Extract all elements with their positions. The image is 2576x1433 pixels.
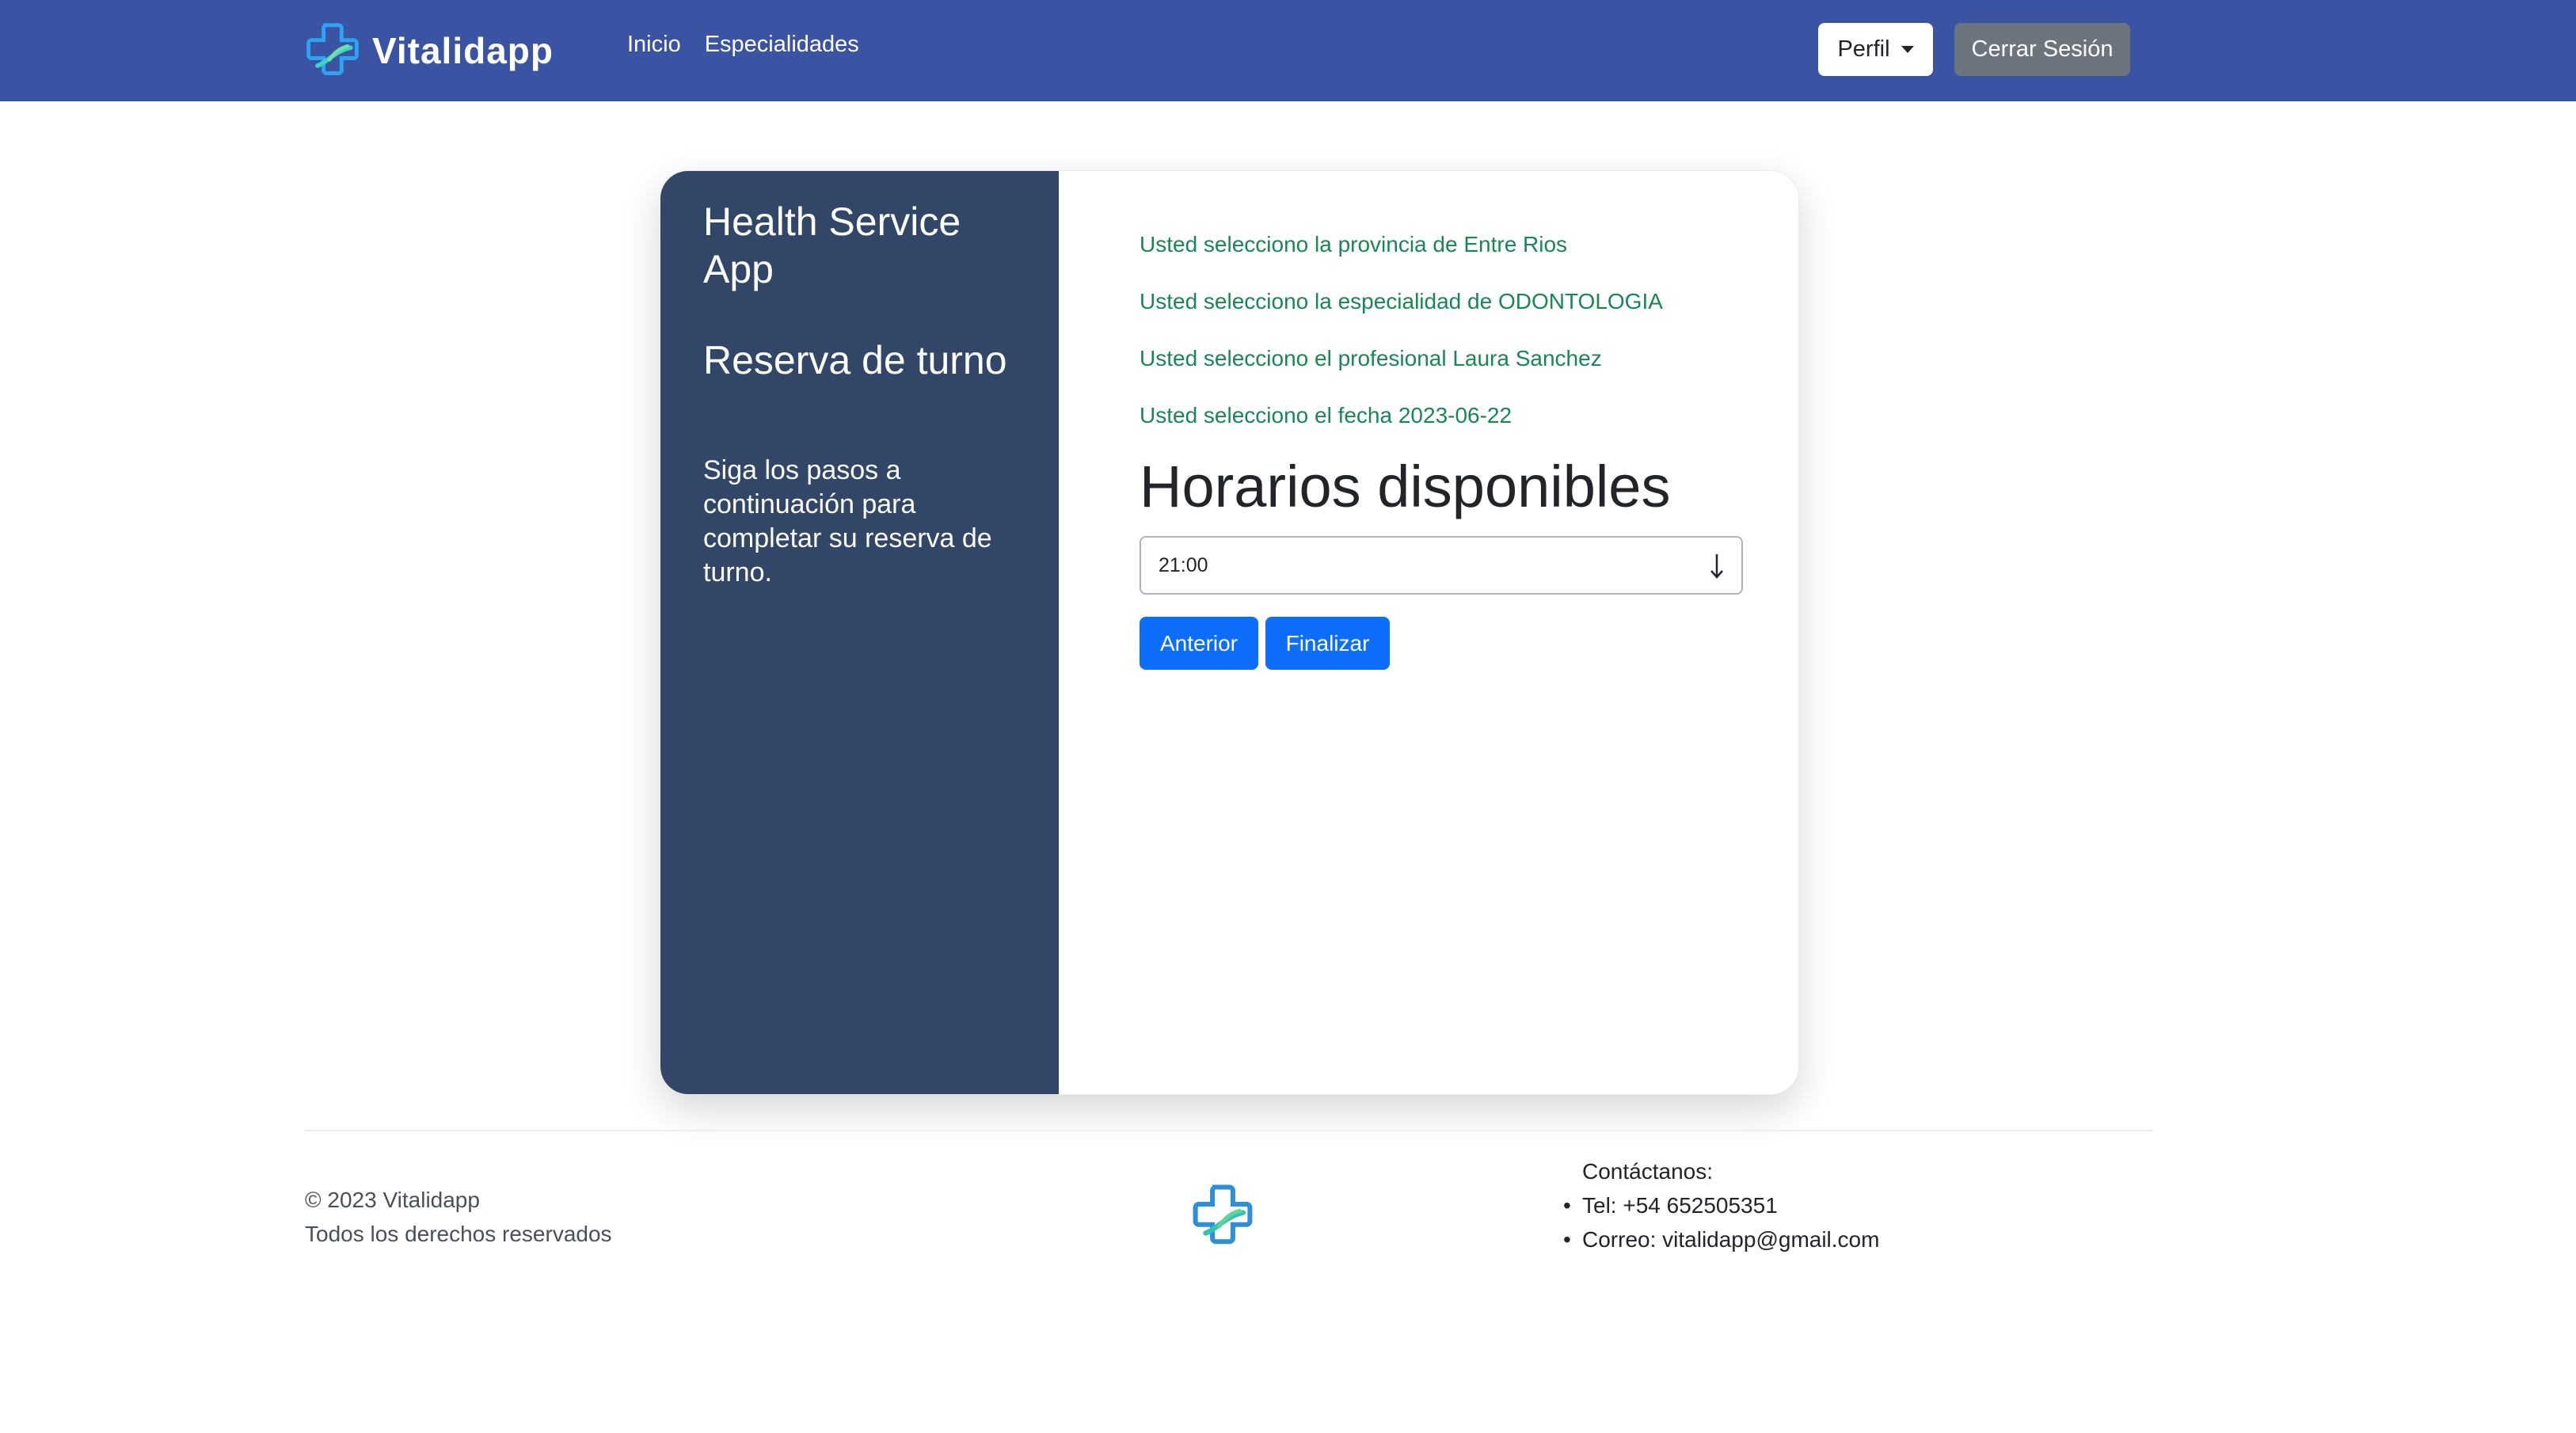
nav-links: Inicio Especialidades <box>627 32 859 58</box>
app-name: Health Service App <box>703 200 961 291</box>
booking-title: Reserva de turno <box>703 338 1007 382</box>
booking-sidebar: Health Service App Reserva de turno Siga… <box>660 171 1059 1094</box>
booking-card: Health Service App Reserva de turno Siga… <box>660 170 1799 1095</box>
nav-link-inicio[interactable]: Inicio <box>627 32 681 58</box>
time-select[interactable]: 21:00 <box>1140 536 1743 595</box>
caret-down-icon <box>1901 46 1914 53</box>
contact-email: Correo: vitalidapp@gmail.com <box>1563 1222 1879 1256</box>
contact-phone: Tel: +54 652505351 <box>1563 1188 1879 1222</box>
medical-cross-icon <box>1193 1184 1253 1245</box>
booking-instructions: Siga los pasos a continuación para compl… <box>703 455 992 587</box>
logout-button[interactable]: Cerrar Sesión <box>1954 23 2130 76</box>
booking-form: Usted selecciono la provincia de Entre R… <box>1059 171 1798 1094</box>
horarios-heading: Horarios disponibles <box>1140 454 1671 519</box>
medical-cross-icon <box>306 23 359 75</box>
brand-link[interactable]: Vitalidapp <box>302 21 554 81</box>
footer-copyright-block: © 2023 Vitalidapp Todos los derechos res… <box>305 1183 612 1251</box>
contact-list: Tel: +54 652505351 Correo: vitalidapp@gm… <box>1563 1188 1879 1256</box>
summary-especialidad: Usted selecciono la especialidad de ODON… <box>1140 289 1663 314</box>
brand-name: Vitalidapp <box>372 30 554 71</box>
footer-copyright: © 2023 Vitalidapp <box>305 1188 480 1212</box>
footer-contact: Contáctanos: Tel: +54 652505351 Correo: … <box>1563 1154 1879 1256</box>
finalizar-button[interactable]: Finalizar <box>1265 617 1390 670</box>
anterior-button[interactable]: Anterior <box>1140 617 1258 670</box>
top-navbar: Vitalidapp Inicio Especialidades Perfil … <box>0 0 2576 101</box>
summary-profesional: Usted selecciono el profesional Laura Sa… <box>1140 346 1602 371</box>
perfil-label: Perfil <box>1837 36 1890 62</box>
footer-divider <box>305 1130 2152 1131</box>
footer-rights: Todos los derechos reservados <box>305 1222 612 1246</box>
nav-link-especialidades[interactable]: Especialidades <box>705 32 859 58</box>
contact-title: Contáctanos: <box>1582 1159 1713 1184</box>
arrow-down-icon <box>1710 554 1723 579</box>
summary-provincia: Usted selecciono la provincia de Entre R… <box>1140 232 1568 257</box>
perfil-dropdown-button[interactable]: Perfil <box>1818 23 1933 76</box>
summary-fecha: Usted selecciono el fecha 2023-06-22 <box>1140 403 1512 428</box>
time-select-value: 21:00 <box>1159 553 1208 576</box>
